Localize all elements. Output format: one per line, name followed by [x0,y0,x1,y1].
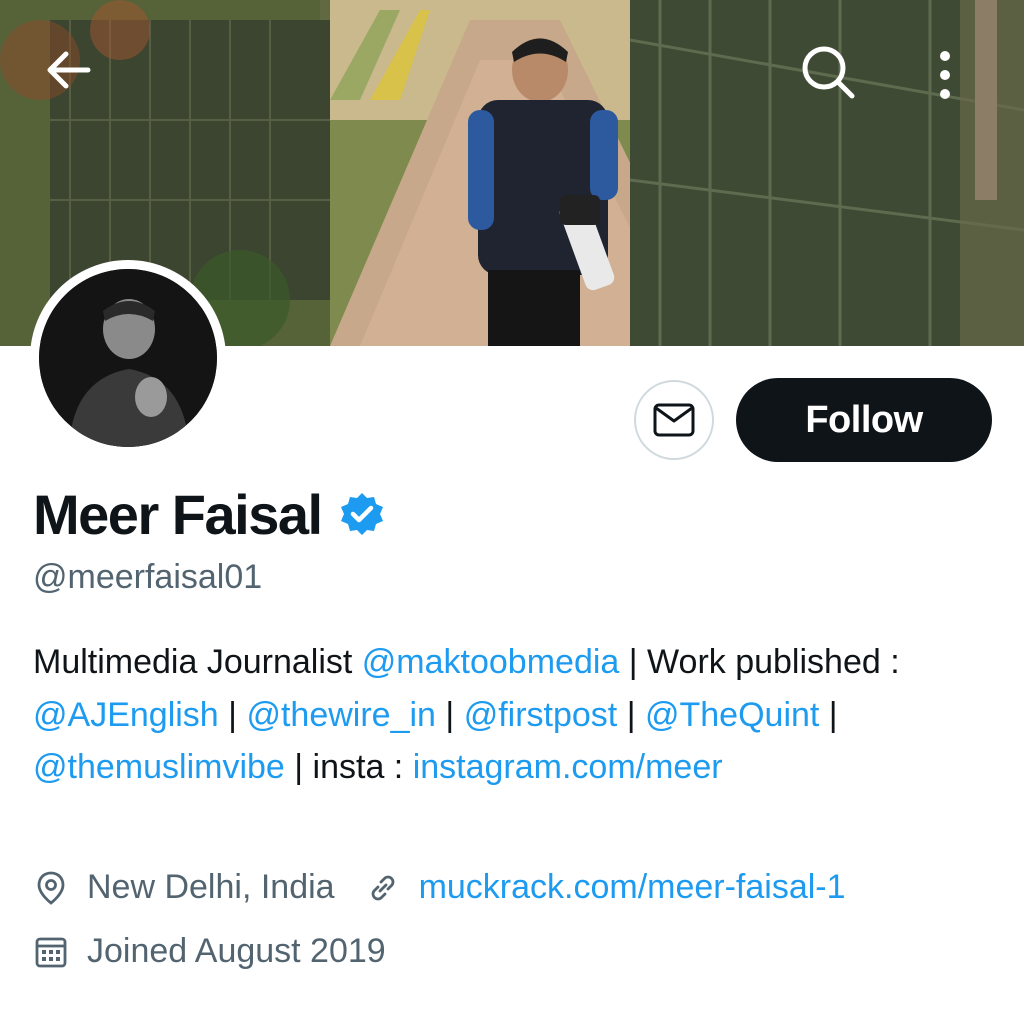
bio-text: Multimedia Journalist [33,643,362,681]
avatar-photo [39,269,217,447]
envelope-icon [653,403,695,437]
link-icon [371,875,394,900]
bio-text: | [218,695,247,734]
bio-mention-themuslimvibe[interactable]: @themuslimvibe [33,748,285,786]
message-button[interactable] [634,380,714,460]
location-pin-icon [37,871,65,905]
bio-mention-thewire[interactable]: @thewire_in [246,696,436,734]
bio-text: | Work published : [619,643,900,681]
bio-mention-ajenglish[interactable]: @AJEnglish [33,696,219,734]
username-handle: @meerfaisal01 [33,558,263,596]
bio-text: | [435,695,464,734]
bio-mention-maktoobmedia[interactable]: @maktoobmedia [362,643,620,681]
bio-instagram-link[interactable]: instagram.com/meer [413,748,723,786]
profile-bio: Multimedia Journalist @maktoobmedia | Wo… [33,636,993,794]
bio-mention-thequint[interactable]: @TheQuint [645,696,819,734]
profile-meta-joined: Joined August 2019 [33,932,386,971]
search-button[interactable] [800,44,870,114]
bio-text: | [617,695,645,734]
profile-avatar[interactable] [30,260,226,456]
back-button[interactable] [44,50,104,110]
verified-badge-icon [340,492,383,535]
joined-date-text: Joined August 2019 [87,932,386,970]
profile-name-row: Meer Faisal [33,482,386,547]
arrow-left-icon [47,51,91,89]
profile-meta-location-website: New Delhi, India muckrack.com/meer-faisa… [33,868,846,907]
display-name: Meer Faisal [33,483,323,546]
search-icon [802,46,855,99]
bio-text: | insta : [284,748,413,786]
location-text: New Delhi, India [87,868,335,906]
follow-button[interactable]: Follow [736,378,992,462]
more-vertical-icon [940,51,950,99]
calendar-icon [35,937,67,967]
more-options-button[interactable] [938,50,974,110]
website-link[interactable]: muckrack.com/meer-faisal-1 [419,868,846,907]
bio-mention-firstpost[interactable]: @firstpost [464,696,618,734]
bio-text: | [819,695,838,734]
